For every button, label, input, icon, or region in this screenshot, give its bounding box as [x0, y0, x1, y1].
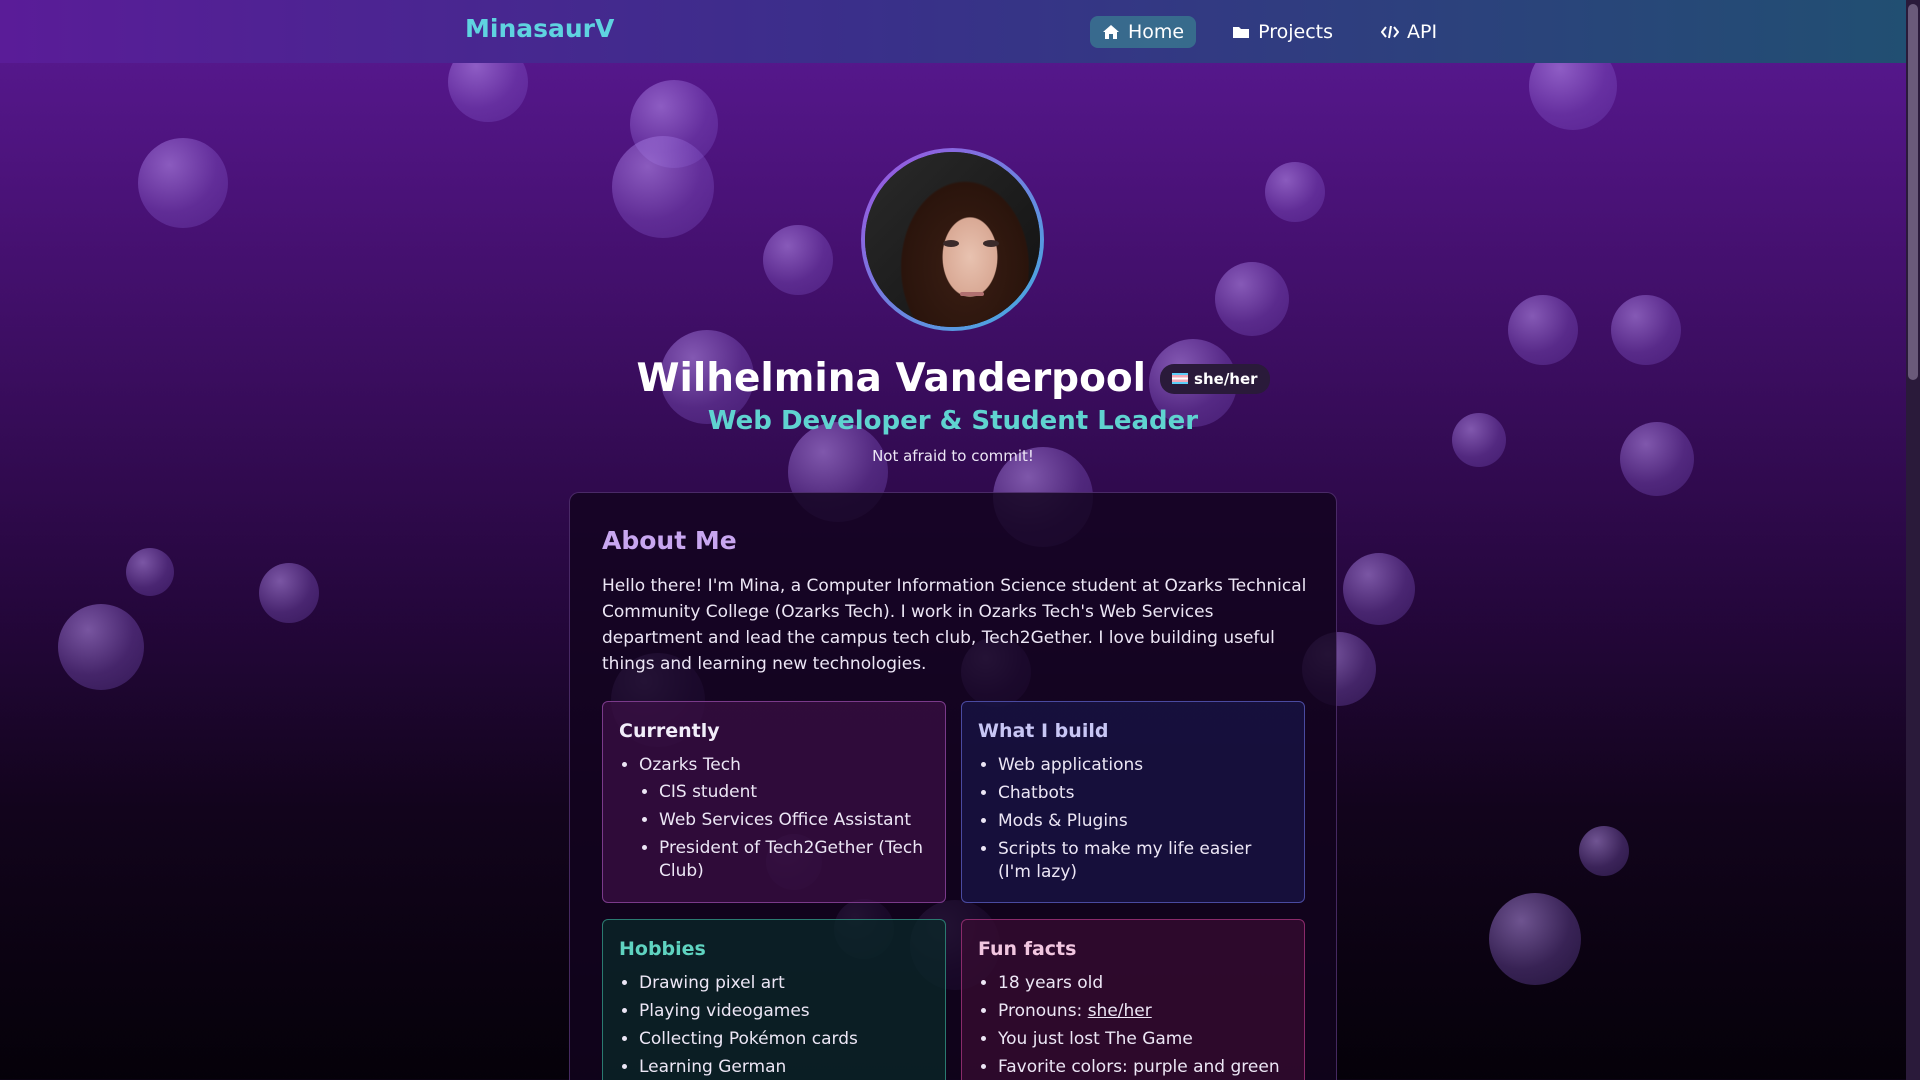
profile-name-row: Wilhelmina Vanderpool she/her: [0, 356, 1906, 401]
list-item: President of Tech2Gether (Tech Club): [659, 837, 929, 883]
currently-list: Ozarks Tech CIS student Web Services Off…: [619, 754, 929, 883]
list-item: Learning German: [639, 1056, 929, 1079]
list-item: Ozarks Tech CIS student Web Services Off…: [639, 754, 929, 883]
list-item: Collecting Pokémon cards: [639, 1028, 929, 1051]
home-icon: [1103, 25, 1119, 39]
list-item: Web Services Office Assistant: [659, 809, 929, 832]
list-item: 18 years old: [998, 972, 1288, 995]
hobbies-heading: Hobbies: [619, 938, 706, 960]
profile-avatar: [861, 148, 1044, 331]
top-navbar: MinasaurV Home Projects API: [0, 0, 1906, 63]
list-item: Mods & Plugins: [998, 810, 1288, 833]
scrollbar-thumb[interactable]: [1908, 4, 1918, 380]
code-icon: [1381, 25, 1400, 39]
list-item: Favorite colors: purple and green: [998, 1056, 1288, 1079]
pronouns-label: Pronouns:: [998, 1001, 1088, 1021]
brand-logo-link[interactable]: MinasaurV: [465, 14, 614, 43]
list-item: Playing videogames: [639, 1000, 929, 1023]
hobbies-box: Hobbies Drawing pixel art Playing videog…: [602, 919, 946, 1080]
nav-home-label: Home: [1128, 21, 1185, 43]
what-i-build-heading: What I build: [978, 720, 1109, 742]
pronoun-badge: she/her: [1160, 363, 1270, 394]
what-i-build-list: Web applications Chatbots Mods & Plugins…: [978, 754, 1288, 884]
nav-api-label: API: [1407, 21, 1438, 43]
currently-heading: Currently: [619, 720, 720, 742]
profile-name: Wilhelmina Vanderpool: [636, 356, 1147, 401]
nav-projects-label: Projects: [1258, 21, 1334, 43]
profile-tagline: Not afraid to commit!: [872, 447, 1034, 465]
about-me-heading: About Me: [602, 526, 737, 555]
pronoun-badge-label: she/her: [1194, 369, 1258, 388]
fun-facts-box: Fun facts 18 years old Pronouns: she/her…: [961, 919, 1305, 1080]
what-i-build-box: What I build Web applications Chatbots M…: [961, 701, 1305, 903]
pronouns-link[interactable]: she/her: [1088, 1001, 1152, 1021]
list-item: CIS student: [659, 781, 929, 804]
about-me-text: Hello there! I'm Mina, a Computer Inform…: [602, 576, 1307, 674]
list-item: Pronouns: she/her: [998, 1000, 1288, 1023]
nav-projects-link[interactable]: Projects: [1220, 16, 1345, 48]
trans-flag-icon: [1172, 373, 1189, 384]
fun-facts-list: 18 years old Pronouns: she/her You just …: [978, 972, 1288, 1079]
about-me-card: About Me Hello there! I'm Mina, a Comput…: [569, 492, 1337, 1080]
page-scrollbar[interactable]: [1906, 0, 1920, 1080]
list-item: Drawing pixel art: [639, 972, 929, 995]
currently-box: Currently Ozarks Tech CIS student Web Se…: [602, 701, 946, 903]
list-item: You just lost The Game: [998, 1028, 1288, 1051]
list-item: Web applications: [998, 754, 1288, 777]
list-item: Scripts to make my life easier (I'm lazy…: [998, 838, 1288, 884]
currently-org: Ozarks Tech: [639, 755, 741, 775]
nav-links: Home Projects API: [1090, 16, 1449, 48]
nav-api-link[interactable]: API: [1369, 16, 1449, 48]
hobbies-list: Drawing pixel art Playing videogames Col…: [619, 972, 929, 1079]
nav-home-link[interactable]: Home: [1090, 16, 1197, 48]
fun-facts-heading: Fun facts: [978, 938, 1077, 960]
folder-icon: [1233, 27, 1250, 38]
currently-sublist: CIS student Web Services Office Assistan…: [639, 781, 929, 883]
list-item: Chatbots: [998, 782, 1288, 805]
profile-title: Web Developer & Student Leader: [707, 406, 1199, 436]
